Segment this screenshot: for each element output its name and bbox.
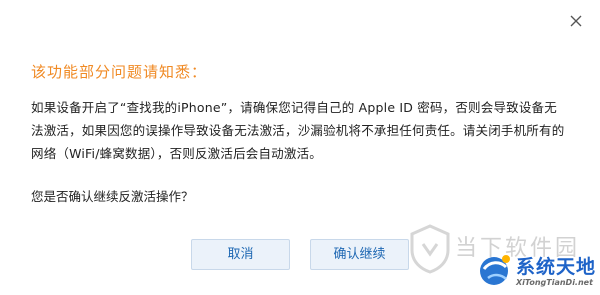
watermark-logo-text: 系统天地 [516, 256, 597, 278]
confirm-question: 您是否确认继续反激活操作？ [31, 189, 194, 204]
message-line: 网络（WiFi/蜂窝数据），否则反激活后会自动激活。 [31, 146, 322, 161]
dialog-title: 该功能部分问题请知悉： [31, 63, 208, 81]
message-line: 如果设备开启了“查找我的iPhone”，请确保您记得自己的 Apple ID 密… [31, 100, 557, 115]
watermark-site-name: 当下软件园 [455, 236, 581, 261]
message-line: 法激活，如果因您的误操作导致设备无法激活，沙漏验机将不承担任何责任。请关闭手机所… [31, 123, 565, 138]
cancel-button[interactable]: 取消 [191, 239, 290, 270]
watermark-logo: 系统天地 XiTongTianDi.net [478, 251, 598, 293]
watermark-shield-icon [408, 224, 452, 278]
watermark-globe-icon [480, 255, 510, 285]
reactivation-warning-dialog: 该功能部分问题请知悉： 如果设备开启了“查找我的iPhone”，请确保您记得自己… [0, 0, 600, 295]
close-icon[interactable] [567, 12, 585, 30]
watermark-logo-url: XiTongTianDi.net [516, 278, 593, 287]
warning-message: 如果设备开启了“查找我的iPhone”，请确保您记得自己的 Apple ID 密… [31, 96, 581, 165]
confirm-continue-button[interactable]: 确认继续 [310, 239, 409, 270]
